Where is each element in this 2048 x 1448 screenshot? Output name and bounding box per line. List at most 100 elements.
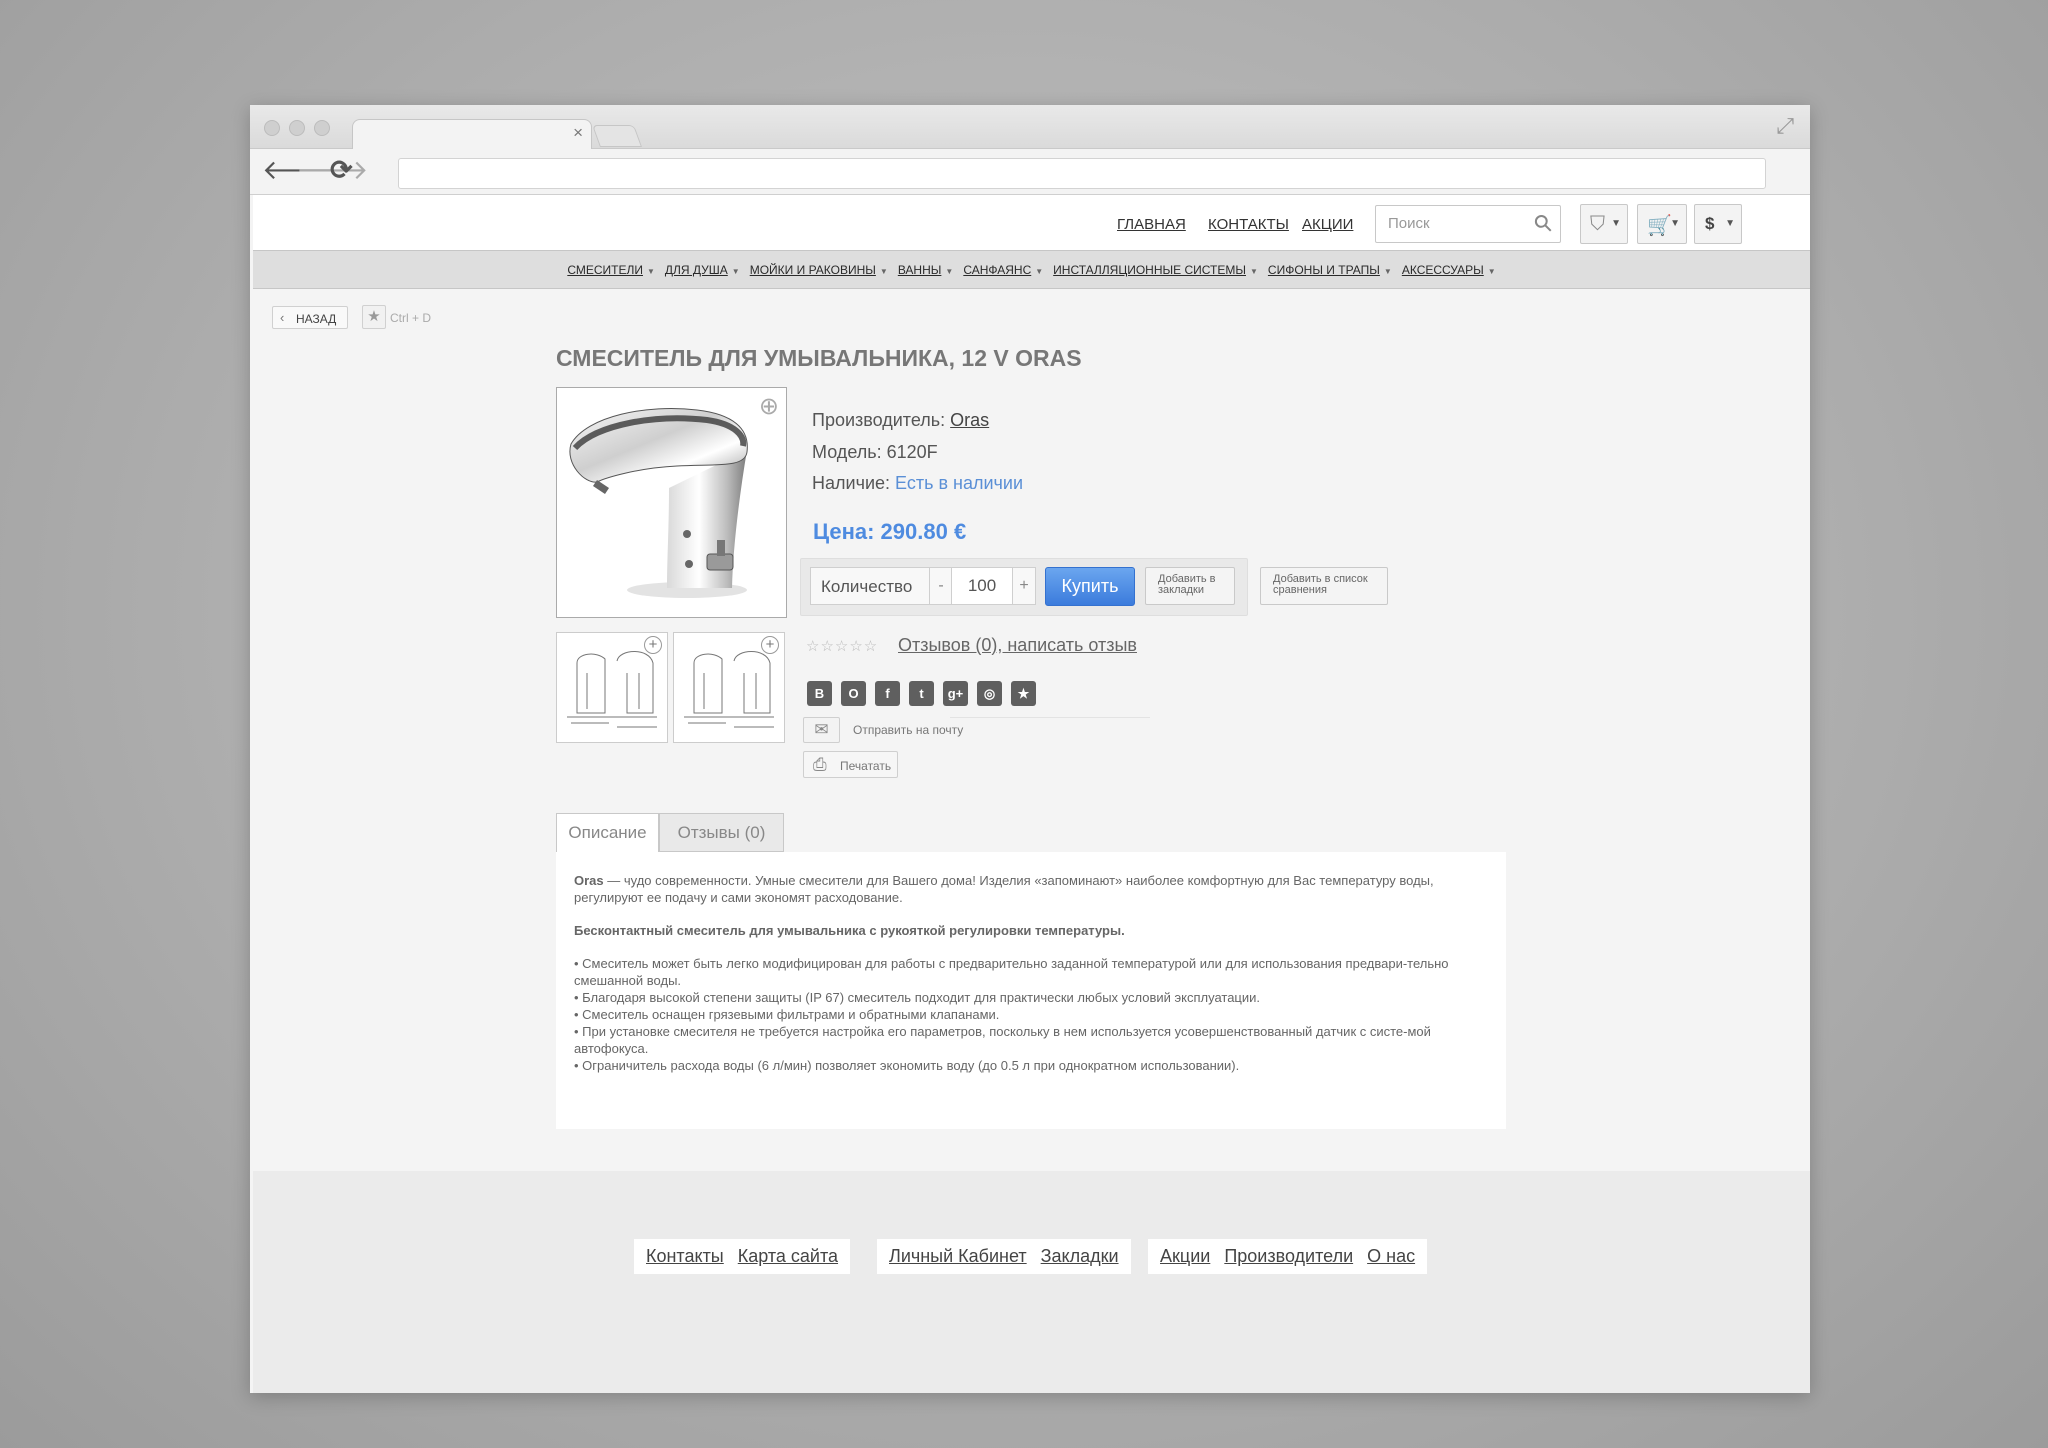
search-input[interactable] [1388,215,1528,232]
footer [253,1171,1810,1393]
printer-icon: ⎙ [813,755,827,774]
add-to-bookmarks-button[interactable]: Добавить в закладки [1145,567,1235,605]
chevron-down-icon: ▼ [945,266,954,276]
footer-group-3: Акции Производители О нас [1148,1239,1428,1274]
window-close-dot[interactable] [264,120,280,136]
browser-tab[interactable]: × [352,119,592,150]
description-bullet: • Ограничитель расхода воды (6 л/мин) по… [574,1058,1240,1073]
category-accessories[interactable]: АКСЕССУАРЫ ▼ [1402,263,1496,277]
quantity-decrease-button[interactable]: - [929,567,953,605]
description-bullet: • Благодаря высокой степени защиты (IP 6… [574,990,1261,1005]
chevron-down-icon: ▼ [646,266,655,276]
tab-reviews[interactable]: Отзывы (0) [659,813,784,852]
print-button[interactable]: ⎙ Печатать [803,751,898,778]
category-siphons[interactable]: СИФОНЫ И ТРАПЫ ▼ [1268,263,1392,277]
reviews-link[interactable]: Отзывов (0), написать отзыв [898,635,1137,656]
description-headline: Бесконтактный смеситель для умывальника … [574,923,1125,938]
zoom-icon[interactable]: ⊕ [759,392,779,421]
fullscreen-icon[interactable]: ⤢ [1776,113,1794,139]
bookmarks-menu-button[interactable]: ⛉ ▼ [1580,204,1628,244]
googleplus-icon[interactable]: g+ [943,681,968,706]
odnoklassniki-icon[interactable]: О [841,681,866,706]
availability-value: Есть в наличии [895,473,1024,493]
category-shower[interactable]: ДЛЯ ДУША ▼ [665,263,740,277]
model-row: Модель: 6120F [812,442,938,463]
description-bullet: • Смеситель может быть легко модифициров… [574,956,1449,988]
favorite-star-icon[interactable]: ★ [1011,681,1036,706]
availability-row: Наличие: Есть в наличии [812,473,1023,494]
print-label: Печатать [840,759,892,773]
buy-button[interactable]: Купить [1045,567,1135,606]
nav-link-contacts[interactable]: КОНТАКТЫ [1208,216,1289,233]
chevron-down-icon: ▼ [1725,218,1735,229]
product-main-image[interactable]: ⊕ [556,387,787,618]
reload-icon[interactable]: ⟳ [330,155,353,185]
category-installation[interactable]: ИНСТАЛЛЯЦИОННЫЕ СИСТЕМЫ ▼ [1053,263,1258,277]
nav-link-home[interactable]: ГЛАВНАЯ [1117,216,1186,233]
model-value: 6120F [886,442,938,462]
chevron-down-icon: ▼ [879,266,888,276]
product-thumbnail-1[interactable]: + [556,632,668,743]
category-sinks[interactable]: МОЙКИ И РАКОВИНЫ ▼ [750,263,888,277]
footer-link-account[interactable]: Личный Кабинет [889,1246,1027,1267]
manufacturer-row: Производитель: Oras [812,410,989,431]
window-maximize-dot[interactable] [314,120,330,136]
footer-link-sitemap[interactable]: Карта сайта [738,1246,838,1267]
footer-link-bookmarks[interactable]: Закладки [1041,1246,1119,1267]
tab-description[interactable]: Описание [556,813,659,852]
category-sanitary[interactable]: САНФАЯНС ▼ [963,263,1043,277]
cart-menu-button[interactable]: 🛒 ▼ [1637,204,1687,244]
footer-group-2: Личный Кабинет Закладки [877,1239,1131,1274]
instagram-icon[interactable]: ◎ [977,681,1002,706]
search-icon[interactable]: ⚲ [1528,208,1559,239]
browser-toolbar: 🡐 🡒 ⟳ [250,149,1810,195]
email-share-label[interactable]: Отправить на почту [853,723,963,737]
footer-link-contacts[interactable]: Контакты [646,1246,724,1267]
tab-close-icon[interactable]: × [573,123,583,143]
nav-link-promotions[interactable]: АКЦИИ [1302,216,1353,233]
email-share-button[interactable]: ✉ [803,717,840,743]
back-label: НАЗАД [296,312,337,326]
twitter-icon[interactable]: t [909,681,934,706]
product-thumbnail-2[interactable]: + [673,632,785,743]
back-button[interactable]: ‹ НАЗАД [272,306,348,329]
footer-link-about[interactable]: О нас [1367,1246,1415,1267]
currency-menu-button[interactable]: $ ▼ [1694,204,1742,244]
quantity-input[interactable] [951,567,1013,605]
category-mixers[interactable]: СМЕСИТЕЛИ ▼ [567,263,655,277]
bookmark-icon: ⛉ [1590,213,1605,235]
quantity-label: Количество [810,567,930,605]
category-baths[interactable]: ВАННЫ ▼ [898,263,954,277]
browser-tabbar: × ⤢ [250,105,1810,150]
search-box: ⚲ [1375,205,1561,243]
chevron-down-icon: ▼ [1383,266,1392,276]
zoom-plus-icon: + [761,636,779,654]
window-minimize-dot[interactable] [289,120,305,136]
currency-symbol: $ [1705,214,1715,233]
model-label: Модель: [812,442,882,462]
bookmark-hotkey: Ctrl + D [390,311,432,325]
address-bar[interactable] [398,158,1766,189]
quantity-increase-button[interactable]: + [1012,567,1036,605]
availability-label: Наличие: [812,473,891,493]
cart-icon: 🛒 [1647,215,1672,237]
product-title: СМЕСИТЕЛЬ ДЛЯ УМЫВАЛЬНИКА, 12 V ORAS [556,345,1082,371]
vk-icon[interactable]: В [807,681,832,706]
bookmark-star-button[interactable]: ★ [362,305,386,329]
faucet-image [569,407,748,598]
description-bullet: • При установке смесителя не требуется н… [574,1024,1431,1056]
new-tab-button[interactable] [591,125,643,147]
category-menu: СМЕСИТЕЛИ ▼ ДЛЯ ДУША ▼ МОЙКИ И РАКОВИНЫ ▼ В… [253,250,1810,289]
chevron-down-icon: ▼ [1250,266,1258,276]
rating-stars[interactable]: ☆☆☆☆☆ [806,637,878,655]
footer-link-manufacturers[interactable]: Производители [1224,1246,1353,1267]
manufacturer-link[interactable]: Oras [950,410,989,430]
add-to-compare-button[interactable]: Добавить в список сравнения [1260,567,1388,605]
footer-link-promotions[interactable]: Акции [1160,1246,1210,1267]
facebook-icon[interactable]: f [875,681,900,706]
zoom-plus-icon: + [644,636,662,654]
brand-name: Oras [574,873,604,888]
description-bullet: • Смеситель оснащен грязевыми фильтрами … [574,1007,1000,1022]
chevron-down-icon: ▼ [731,266,740,276]
chevron-down-icon: ▼ [1611,218,1621,229]
